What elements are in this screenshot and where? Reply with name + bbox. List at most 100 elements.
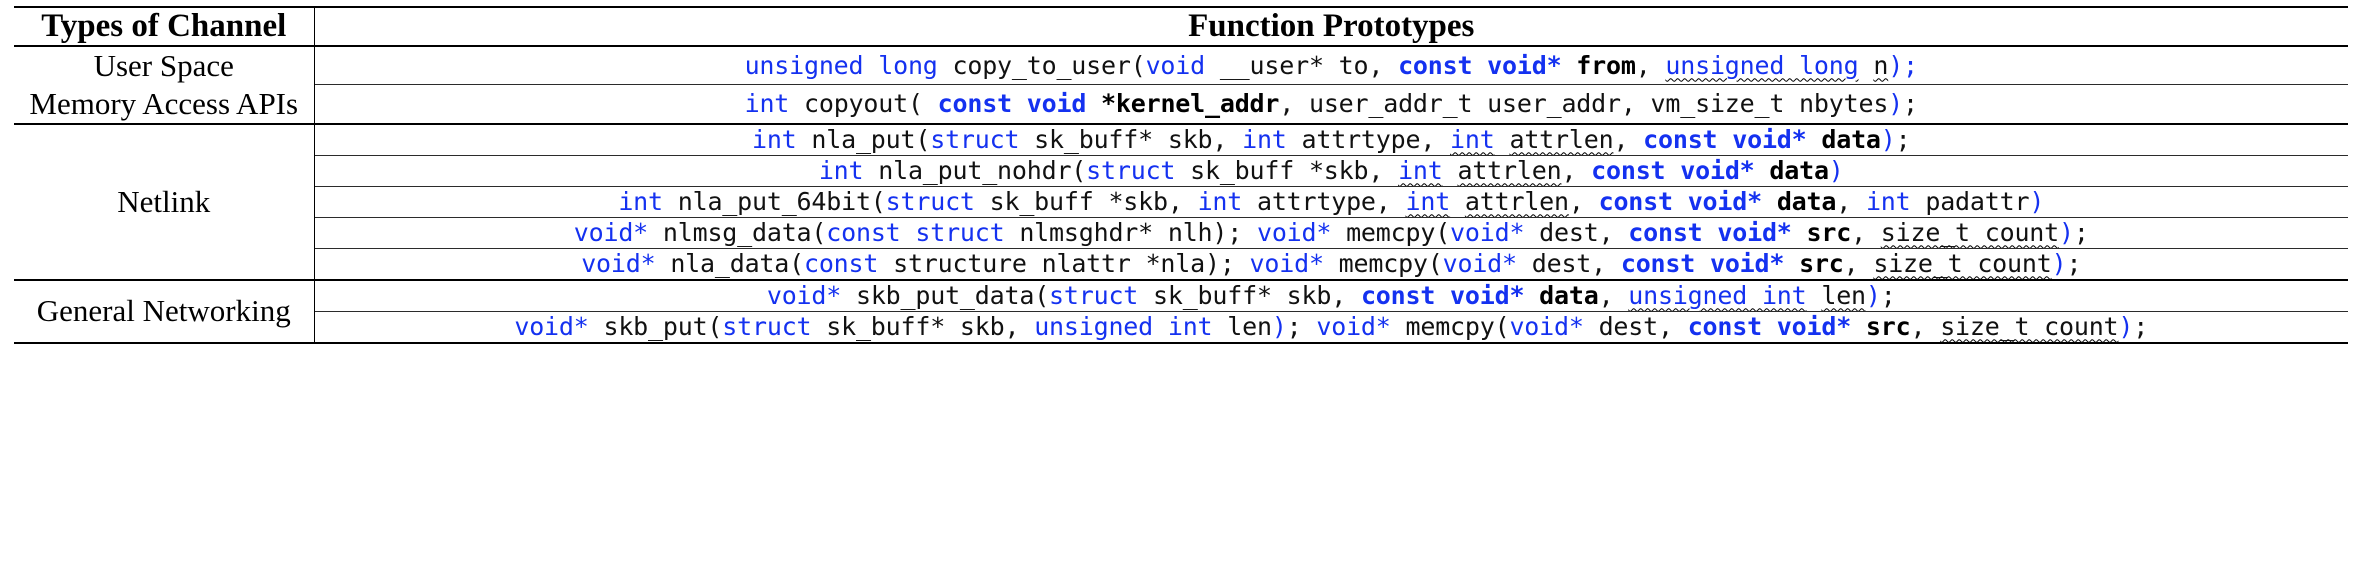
function-prototype-cell: int nla_put_64bit(struct sk_buff *skb, i… [313,185,2348,218]
code-token: , [1613,124,1644,154]
code-token: ; [2133,311,2149,341]
code-token: data [1539,280,1599,310]
function-prototype-cell: int nla_put_nohdr(struct sk_buff *skb, i… [313,154,2348,187]
code-token: dest, [1524,217,1629,247]
code-token: const struct [826,217,1005,247]
code-token: data [1821,124,1881,154]
code-token: int [751,124,797,154]
code-token: n [1873,50,1889,80]
code-token: padattr [1910,186,2030,216]
code-token: sk_buff *skb, [1175,155,1399,185]
function-prototype-code: int copyout( const void *kernel_addr, us… [745,89,1918,119]
code-token: ; [1286,311,1317,341]
code-token: src [1806,217,1852,247]
table-header-row: Types of Channel Function Prototypes [14,6,2348,46]
code-token: attrtype, [1286,124,1451,154]
function-prototype-code: void* skb_put_data(struct sk_buff* skb, … [767,280,1896,311]
function-prototype-code: int nla_put_64bit(struct sk_buff *skb, i… [618,187,2044,217]
code-token: struct [722,311,812,341]
code-token: ) [1880,124,1896,154]
code-token: , [1598,280,1629,310]
code-token: , [1910,311,1941,341]
function-prototype-code: unsigned long copy_to_user(void __user* … [744,50,1919,81]
code-token: , [1568,186,1599,216]
channel-type-line-1: Netlink [117,183,211,219]
code-token: int [818,155,864,185]
code-token: len [1821,280,1866,310]
code-token: ) [2029,186,2045,216]
code-token: copy_to_user( [952,50,1146,80]
code-token: len [1212,311,1272,341]
code-token: structure nlattr *nla); [878,248,1250,278]
code-token: ) [2051,248,2067,278]
code-token: void [1145,50,1206,80]
code-token: void* [1442,248,1517,278]
code-token: const void* [1398,50,1562,80]
code-token: ) [1865,280,1881,310]
table-row: void* nla_data(const structure nlattr *n… [14,247,2348,280]
code-token: size_t count [1880,217,2059,247]
table-row: void* skb_put(struct sk_buff* skb, unsig… [14,310,2348,344]
code-token: const void* [1628,217,1792,247]
channel-type-general-networking: General Networking [14,278,314,343]
code-token: int [1450,124,1495,154]
code-token: sk_buff* skb, [811,311,1035,341]
code-token: nla_put_nohdr( [863,155,1087,185]
code-token: nla_put_64bit( [662,186,886,216]
code-token: struct [930,124,1020,154]
code-token: dest, [1516,248,1621,278]
code-token: ; [1880,280,1896,310]
code-token: , [1843,248,1874,278]
code-token: size_t count [1873,248,2052,278]
code-token: unsigned long [744,50,953,80]
code-token: const [803,248,879,278]
code-token: unsigned long [1665,50,1859,80]
code-token: sk_buff *skb, [974,186,1198,216]
code-token: *kernel_addr [1101,88,1280,118]
code-token: const void [937,88,1087,118]
code-token: void* [1316,311,1391,341]
function-prototype-cell: void* nlmsg_data(const struct nlmsghdr* … [313,216,2348,249]
code-token: memcpy( [1331,217,1451,247]
code-token: data [1769,155,1829,185]
column-header-function-prototypes: Function Prototypes [313,6,2348,46]
table-row: Netlink int nla_put(struct sk_buff* skb, … [14,122,2348,280]
code-token: void* [573,217,649,247]
code-token: struct [1049,280,1139,310]
table-body: Types of Channel Function Prototypes User … [14,6,2348,344]
code-token: memcpy( [1323,248,1443,278]
code-token: skb_put_data( [841,280,1050,310]
function-prototype-code: int nla_put(struct sk_buff* skb, int att… [751,124,1911,155]
code-token: int [1197,186,1243,216]
code-token: , [1836,186,1866,216]
code-token: ) [1271,311,1287,341]
code-token: ) [1828,155,1844,185]
code-token: skb_put( [588,311,723,341]
code-token: , [1851,217,1881,247]
code-token: ); [1888,50,1918,80]
code-token: int [1405,186,1451,216]
code-token: unsigned int [1034,311,1213,341]
code-token: nla_put( [796,124,931,154]
code-token: sk_buff* skb, [1019,124,1243,154]
code-token: const void* [1620,248,1785,278]
channel-type-netlink: Netlink [14,122,314,280]
function-prototype-cell: void* skb_put(struct sk_buff* skb, unsig… [313,310,2348,344]
table-row: General Networking void* skb_put_data(str… [14,278,2348,343]
function-prototype-code: void* nlmsg_data(const struct nlmsghdr* … [574,218,2089,248]
code-token: unsigned int [1628,280,1807,310]
table-row: int nla_put_nohdr(struct sk_buff *skb, i… [14,154,2348,187]
code-token: const void* [1598,186,1763,216]
code-token: const void* [1591,155,1755,185]
code-token: ; [2073,217,2089,247]
table-row: void* nlmsg_data(const struct nlmsghdr* … [14,216,2348,249]
function-prototype-cell: void* nla_data(const structure nlattr *n… [313,247,2348,280]
code-token: void* [514,311,589,341]
code-token: src [1865,311,1911,341]
